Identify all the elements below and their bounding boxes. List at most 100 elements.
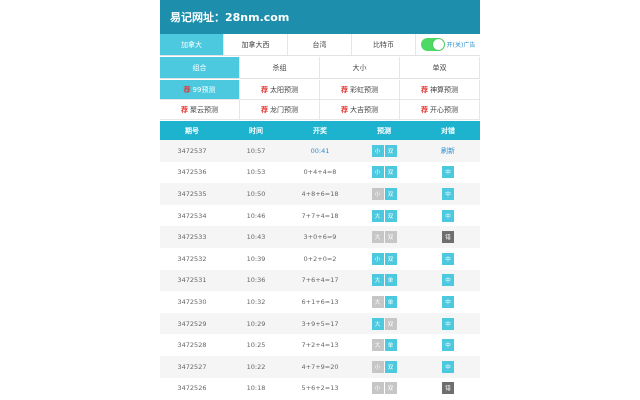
tab-region-0[interactable]: 加拿大 [160, 34, 224, 55]
prediction-source-3[interactable]: 荐神算预测 [400, 80, 480, 100]
cell-prediction: 小双 [352, 360, 416, 373]
result-badge: 中 [442, 274, 454, 287]
cell-id: 3472537 [177, 146, 207, 155]
tab-mode-2[interactable]: 大小 [320, 57, 400, 78]
result-badge: 中 [442, 295, 454, 308]
tab-mode-0[interactable]: 组合 [160, 57, 240, 78]
result-badge: 错 [442, 231, 454, 244]
prediction-tag: 双 [384, 209, 397, 222]
prediction-tag: 大 [371, 317, 384, 330]
cell-check: 中 [416, 209, 480, 222]
cell-prediction: 小双 [352, 187, 416, 200]
cell-id: 3472526 [177, 384, 207, 393]
cell-time: 10:32 [246, 297, 266, 306]
cell-time: 10:25 [246, 341, 266, 350]
prediction-tag: 双 [384, 166, 397, 179]
cell-time: 10:36 [246, 276, 266, 285]
recommend-badge: 荐 [183, 85, 191, 94]
prediction-source-label: 大吉预测 [350, 105, 378, 114]
prediction-tag: 大 [371, 295, 384, 308]
recommend-badge: 荐 [261, 105, 268, 114]
prediction-source-5[interactable]: 荐龙门预测 [240, 100, 320, 120]
table-row: 3472526 10:18 5+6+2=13 小双 错 [160, 378, 480, 400]
result-badge: 中 [442, 209, 454, 222]
cell-result: 3+0+6=9 [303, 233, 337, 242]
cell-result: 7+6+4=17 [301, 276, 339, 285]
cell-id: 3472536 [177, 168, 207, 177]
cell-prediction: 大单 [352, 274, 416, 287]
cell-time: 10:29 [246, 319, 266, 328]
prediction-source-6[interactable]: 荐大吉预测 [320, 100, 400, 120]
cell-prediction: 大双 [352, 317, 416, 330]
site-title: 易记网址：28nm.com [170, 11, 290, 24]
cell-id: 3472528 [177, 341, 207, 350]
header-prediction: 预测 [377, 126, 391, 135]
cell-check: 中 [416, 339, 480, 352]
prediction-tag: 双 [384, 144, 397, 157]
cell-result: 5+6+2=13 [301, 384, 339, 393]
cell-result: 4+8+6=18 [301, 189, 339, 198]
cell-check: 中 [416, 187, 480, 200]
cell-prediction: 大双 [352, 209, 416, 222]
tab-region-2[interactable]: 台湾 [288, 34, 352, 55]
prediction-tag: 单 [384, 295, 397, 308]
header-id: 期号 [185, 126, 199, 135]
result-badge: 中 [442, 166, 454, 179]
cell-id: 3472532 [177, 254, 207, 263]
recommend-badge: 荐 [181, 105, 188, 114]
tab-region-3[interactable]: 比特币 [352, 34, 416, 55]
tab-mode-1[interactable]: 杀组 [240, 57, 320, 78]
prediction-source-label: 龙门预测 [270, 105, 298, 114]
toggle-switch[interactable] [420, 38, 445, 51]
table-row: 3472532 10:39 0+2+0=2 小双 中 [160, 248, 480, 270]
prediction-source-0[interactable]: 荐 99预测 [160, 80, 240, 100]
cell-id: 3472533 [177, 233, 207, 242]
cell-id: 3472534 [177, 211, 207, 220]
prediction-tag: 双 [384, 231, 397, 244]
table-row: 3472529 10:29 3+9+5=17 大双 中 [160, 312, 480, 335]
result-badge: 中 [442, 317, 454, 330]
prediction-source-label: 太阳预测 [270, 85, 298, 94]
table-row: 3472527 10:22 4+7+9=20 小双 中 [160, 355, 480, 378]
prediction-tag: 单 [384, 339, 397, 352]
site-header: 易记网址：28nm.com [160, 0, 480, 34]
prediction-source-label: 神算预测 [430, 85, 458, 94]
result-badge: 中 [442, 252, 454, 265]
cell-result: 4+7+9=20 [301, 362, 339, 371]
cell-prediction: 小双 [352, 166, 416, 179]
cell-prediction: 大单 [352, 339, 416, 352]
cell-time: 10:50 [246, 189, 266, 198]
prediction-tag: 大 [371, 209, 384, 222]
result-badge: 中 [442, 187, 454, 200]
cell-check: 错 [416, 231, 480, 244]
toggle-label: 开(关)广告 [446, 42, 476, 49]
region-tabs: 加拿大 加拿大西 台湾 比特币 开(关)广告 [160, 34, 480, 56]
prediction-source-4[interactable]: 荐聚云预测 [160, 100, 240, 120]
prediction-tag: 小 [371, 187, 384, 200]
cell-time: 10:18 [246, 384, 266, 393]
cell-prediction: 小双 [352, 144, 416, 157]
ad-toggle[interactable]: 开(关)广告 [416, 34, 480, 55]
cell-prediction: 小双 [352, 252, 416, 265]
prediction-tag: 双 [384, 252, 397, 265]
prediction-source-label: 聚云预测 [190, 105, 218, 114]
cell-check: 中 [416, 166, 480, 179]
mode-tabs: 组合 杀组 大小 单双 [160, 57, 480, 79]
header-time: 时间 [249, 126, 263, 135]
prediction-tag: 大 [371, 274, 384, 287]
prediction-source-7[interactable]: 荐开心预测 [400, 100, 480, 120]
cell-time: 10:22 [246, 362, 266, 371]
tab-mode-3[interactable]: 单双 [400, 57, 480, 78]
prediction-source-1[interactable]: 荐太阳预测 [240, 80, 320, 100]
prediction-source-2[interactable]: 荐彩虹预测 [320, 80, 400, 100]
cell-result: 00:41 [310, 146, 330, 155]
cell-time: 10:46 [246, 211, 266, 220]
recommend-badge: 荐 [341, 105, 348, 114]
tab-region-1[interactable]: 加拿大西 [224, 34, 288, 55]
prediction-source-label: 彩虹预测 [350, 85, 378, 94]
cell-check: 中 [416, 252, 480, 265]
prediction-tag: 小 [371, 252, 384, 265]
prediction-tag: 双 [384, 382, 397, 395]
refresh-link[interactable]: 刷新 [441, 146, 455, 156]
prediction-source-label: 99预测 [192, 85, 216, 94]
